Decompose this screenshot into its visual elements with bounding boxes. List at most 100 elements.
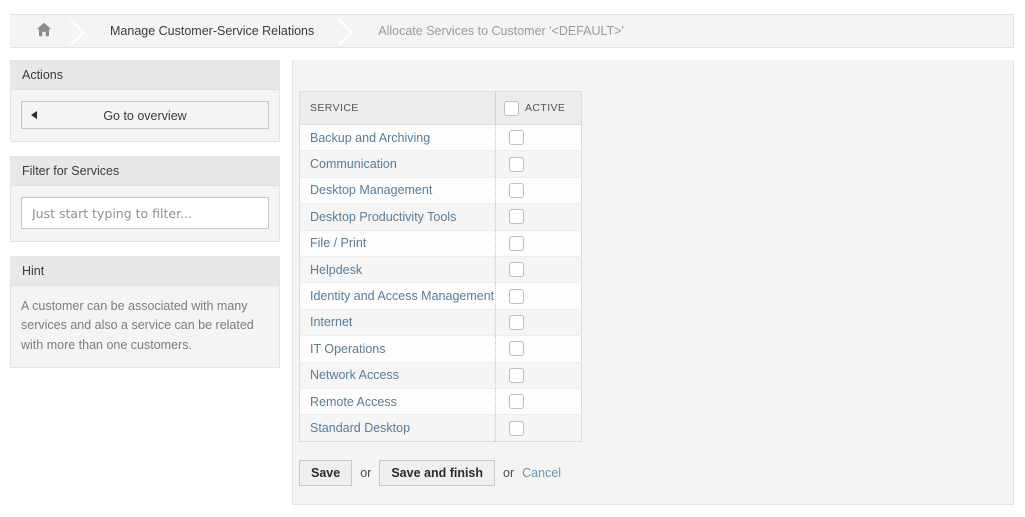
breadcrumb: Manage Customer-Service Relations Alloca… [10, 14, 1014, 48]
active-checkbox-cell [495, 362, 582, 389]
filter-widget-body [11, 186, 279, 241]
table-row: Standard Desktop [299, 414, 582, 442]
active-checkbox-cell [495, 124, 582, 152]
or-separator-2: or [503, 466, 515, 480]
active-checkbox[interactable] [509, 235, 524, 251]
table-row: Helpdesk [299, 256, 582, 284]
active-checkbox[interactable] [509, 209, 524, 225]
form-footer: Save or Save and finish or Cancel [299, 460, 561, 486]
service-link[interactable]: Identity and Access Management [310, 289, 494, 303]
hint-widget-body: A customer can be associated with many s… [11, 286, 279, 367]
service-name-cell: Communication [299, 150, 496, 178]
table-head: SERVICE ACTIVE [299, 91, 582, 125]
table-body: Backup and Archiving Communication Desktop… [299, 124, 582, 442]
service-name-cell: Helpdesk [299, 256, 496, 284]
active-checkbox-cell [495, 335, 582, 363]
arrow-left-icon [31, 111, 37, 119]
active-checkbox-cell [495, 309, 582, 337]
active-checkbox-cell [495, 150, 582, 178]
hint-text: A customer can be associated with many s… [21, 299, 254, 352]
service-name-cell: Desktop Productivity Tools [299, 203, 496, 231]
service-link[interactable]: File / Print [310, 236, 366, 250]
table-row: Network Access [299, 362, 582, 389]
table-row: Communication [299, 150, 582, 178]
active-checkbox[interactable] [509, 183, 524, 199]
table-row: Remote Access [299, 388, 582, 416]
breadcrumb-home[interactable] [10, 15, 62, 47]
service-name-cell: File / Print [299, 230, 496, 257]
active-checkbox[interactable] [509, 130, 524, 146]
active-checkbox[interactable] [509, 288, 524, 304]
select-all-checkbox[interactable] [504, 100, 519, 116]
table-row: Desktop Management [299, 177, 582, 205]
breadcrumb-separator-2 [330, 15, 356, 47]
breadcrumb-item-label: Allocate Services to Customer '<DEFAULT>… [378, 24, 624, 38]
active-checkbox[interactable] [509, 156, 524, 172]
breadcrumb-item-allocate: Allocate Services to Customer '<DEFAULT>… [356, 15, 640, 47]
active-checkbox-cell [495, 256, 582, 284]
active-checkbox[interactable] [509, 394, 524, 410]
service-link[interactable]: Desktop Management [310, 183, 432, 197]
actions-widget-body: Go to overview [11, 90, 279, 141]
service-name-cell: IT Operations [299, 335, 496, 363]
table-header-row: SERVICE ACTIVE [299, 91, 582, 125]
save-and-finish-button[interactable]: Save and finish [379, 460, 496, 486]
service-link[interactable]: Desktop Productivity Tools [310, 210, 456, 224]
active-checkbox[interactable] [509, 367, 524, 383]
active-checkbox[interactable] [509, 315, 524, 331]
service-link[interactable]: Standard Desktop [310, 421, 410, 435]
service-name-cell: Standard Desktop [300, 415, 496, 441]
table-row: Desktop Productivity Tools [299, 203, 582, 231]
filter-services-input[interactable] [21, 197, 269, 229]
table-row: Backup and Archiving [299, 124, 582, 152]
filter-widget: Filter for Services [10, 156, 280, 242]
go-to-overview-label: Go to overview [103, 109, 187, 123]
cancel-link[interactable]: Cancel [522, 466, 561, 480]
breadcrumb-item-label: Manage Customer-Service Relations [110, 24, 315, 38]
service-link[interactable]: Internet [310, 315, 352, 329]
active-checkbox-cell [495, 203, 582, 231]
breadcrumb-item-manage[interactable]: Manage Customer-Service Relations [88, 15, 330, 47]
go-to-overview-button[interactable]: Go to overview [21, 101, 269, 129]
service-link[interactable]: Communication [310, 157, 397, 171]
service-link[interactable]: Remote Access [310, 395, 397, 409]
service-link[interactable]: Network Access [310, 368, 399, 382]
allocation-table: SERVICE ACTIVE Backup and Archiving Commu… [299, 91, 582, 442]
breadcrumb-separator-1 [62, 15, 88, 47]
table-row: IT Operations [299, 335, 582, 363]
allocation-table-wrapper: SERVICE ACTIVE Backup and Archiving Commu… [299, 91, 582, 442]
column-header-active-label: ACTIVE [525, 102, 566, 114]
table-row: File / Print [299, 230, 582, 257]
service-name-cell: Network Access [299, 362, 496, 389]
column-header-service-label: SERVICE [310, 102, 359, 114]
active-checkbox[interactable] [509, 262, 524, 278]
save-button[interactable]: Save [299, 460, 353, 486]
home-icon [36, 22, 52, 40]
service-link[interactable]: IT Operations [310, 342, 386, 356]
column-header-active: ACTIVE [495, 91, 582, 125]
service-link[interactable]: Backup and Archiving [310, 131, 430, 145]
active-checkbox-cell [495, 282, 582, 310]
actions-widget-title: Actions [11, 61, 279, 90]
service-name-cell: Remote Access [299, 388, 496, 416]
service-name-cell: Desktop Management [299, 177, 496, 205]
filter-widget-title: Filter for Services [11, 157, 279, 186]
active-checkbox-cell [495, 177, 582, 205]
active-checkbox-cell [495, 230, 582, 257]
hint-widget-title: Hint [11, 257, 279, 286]
service-link[interactable]: Helpdesk [310, 263, 362, 277]
table-row: Internet [299, 309, 582, 337]
active-checkbox[interactable] [509, 341, 524, 357]
table-row: Identity and Access Management [299, 282, 582, 310]
column-header-service: SERVICE [299, 91, 496, 125]
service-name-cell: Identity and Access Management [299, 282, 496, 310]
or-separator-1: or [360, 466, 372, 480]
hint-widget: Hint A customer can be associated with m… [10, 256, 280, 369]
service-name-cell: Backup and Archiving [299, 124, 496, 152]
active-checkbox[interactable] [509, 420, 524, 436]
content-panel: SERVICE ACTIVE Backup and Archiving Commu… [292, 60, 1014, 505]
active-checkbox-cell [495, 388, 582, 416]
actions-widget: Actions Go to overview [10, 60, 280, 142]
active-checkbox-cell [495, 414, 582, 442]
sidebar: Actions Go to overview Filter for Servic… [10, 60, 280, 382]
